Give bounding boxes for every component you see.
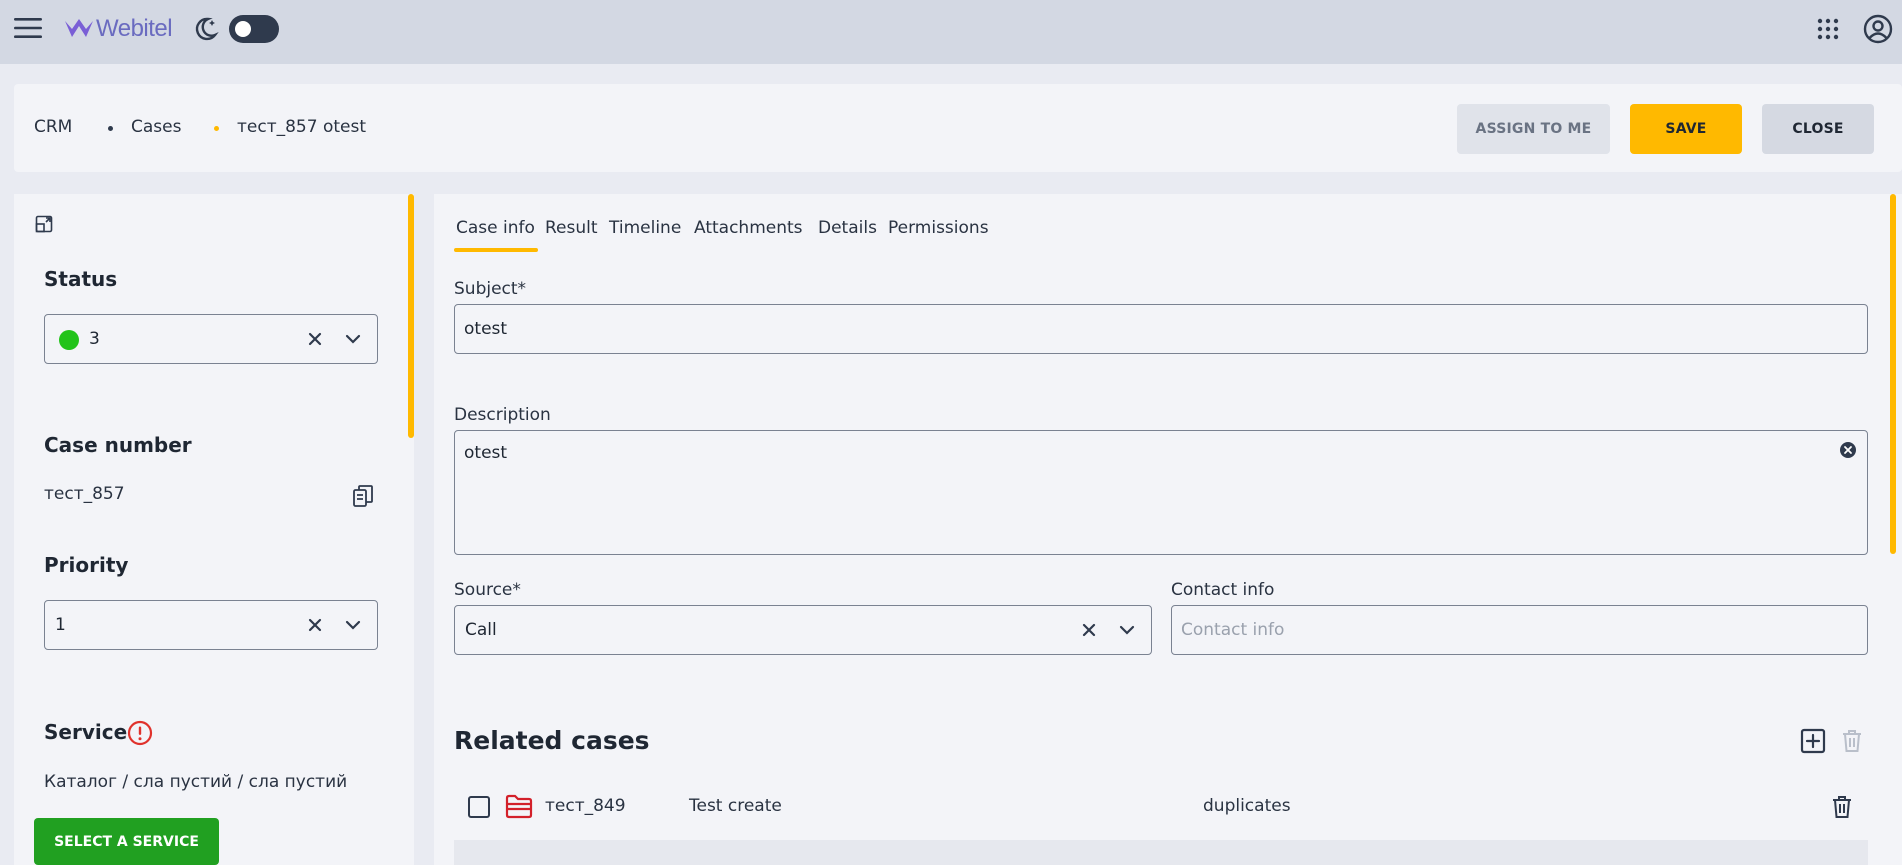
add-icon[interactable] [1799, 727, 1827, 755]
tab-result[interactable]: Result [545, 218, 598, 238]
app-name: Webitel [96, 15, 173, 42]
delete-icon-disabled [1839, 727, 1865, 755]
tab-permissions[interactable]: Permissions [888, 218, 989, 238]
case-number-value: тест_857 [44, 484, 125, 504]
priority-value: 1 [55, 615, 66, 635]
priority-label: Priority [44, 553, 129, 577]
case-number-label: Case number [44, 433, 192, 457]
dark-mode-toggle[interactable] [229, 15, 279, 43]
delete-row-icon[interactable] [1829, 793, 1855, 821]
collapse-panel-icon[interactable] [34, 214, 54, 234]
breadcrumb-separator [108, 126, 113, 131]
status-value: 3 [89, 329, 100, 349]
save-button[interactable]: SAVE [1630, 104, 1742, 154]
table-row-next [454, 840, 1868, 865]
copy-icon[interactable] [350, 483, 376, 509]
related-case-id[interactable]: тест_849 [545, 796, 626, 816]
tab-case-info[interactable]: Case info [456, 218, 535, 238]
toggle-knob [235, 21, 251, 37]
top-bar [0, 0, 1902, 64]
sidebar-scrollbar[interactable] [408, 194, 414, 438]
tab-details[interactable]: Details [818, 218, 877, 238]
subject-label: Subject* [454, 279, 527, 299]
chevron-down-icon[interactable] [343, 329, 363, 349]
breadcrumb-current: тест_857 otest [237, 117, 367, 137]
service-path: Каталог / сла пустий / сла пустий [44, 772, 348, 792]
status-indicator [59, 330, 79, 350]
breadcrumb-crm[interactable]: CRM [34, 117, 72, 137]
apps-grid-icon[interactable] [1815, 16, 1841, 42]
status-label: Status [44, 267, 118, 291]
related-case-relation: duplicates [1203, 796, 1291, 816]
case-sidebar [14, 194, 414, 865]
account-icon[interactable] [1862, 13, 1894, 45]
clear-icon[interactable] [1079, 620, 1099, 640]
related-cases-title: Related cases [454, 726, 650, 755]
breadcrumb-cases[interactable]: Cases [131, 117, 181, 137]
menu-icon[interactable] [14, 16, 42, 40]
row-checkbox[interactable] [468, 796, 490, 818]
source-label: Source* [454, 580, 521, 600]
priority-select[interactable]: 1 [44, 600, 378, 650]
assign-to-me-button[interactable]: ASSIGN TO ME [1457, 104, 1610, 154]
subject-input[interactable] [454, 304, 1868, 354]
main-scrollbar[interactable] [1890, 194, 1896, 554]
description-textarea[interactable]: otest [454, 430, 1868, 555]
chevron-down-icon[interactable] [343, 615, 363, 635]
status-select[interactable]: 3 [44, 314, 378, 364]
select-service-button[interactable]: SELECT A SERVICE [34, 818, 219, 865]
active-tab-indicator [454, 248, 538, 252]
alert-icon [126, 719, 154, 747]
app-logo[interactable]: Webitel [64, 14, 173, 44]
chevron-down-icon[interactable] [1117, 620, 1137, 640]
source-select[interactable]: Call [454, 605, 1152, 655]
tab-timeline[interactable]: Timeline [609, 218, 681, 238]
clear-circle-icon[interactable] [1838, 440, 1858, 460]
logo-mark-icon [65, 19, 93, 37]
moon-icon [190, 14, 220, 44]
source-value: Call [465, 620, 497, 640]
description-label: Description [454, 405, 551, 425]
contact-info-label: Contact info [1171, 580, 1275, 600]
close-button[interactable]: CLOSE [1762, 104, 1874, 154]
case-folder-icon [505, 792, 533, 820]
breadcrumb-separator-active [214, 126, 219, 131]
clear-icon[interactable] [305, 329, 325, 349]
contact-info-input[interactable] [1171, 605, 1868, 655]
related-case-subject: Test create [689, 796, 782, 816]
clear-icon[interactable] [305, 615, 325, 635]
service-label: Service [44, 720, 128, 744]
tab-attachments[interactable]: Attachments [694, 218, 803, 238]
